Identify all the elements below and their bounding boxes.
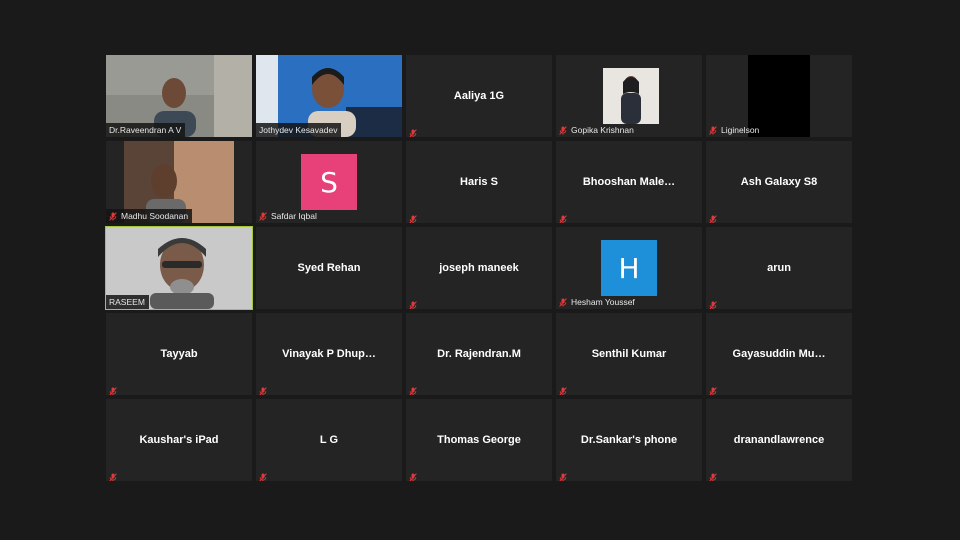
participant-tile[interactable]: Haris S	[406, 141, 552, 223]
microphone-muted-icon	[409, 469, 417, 481]
participant-display-name: joseph maneek	[439, 262, 519, 274]
participant-display-name: arun	[767, 262, 791, 274]
microphone-muted-icon	[109, 469, 117, 481]
participant-tile[interactable]: joseph maneek	[406, 227, 552, 309]
participant-name-label: Hesham Youssef	[556, 295, 639, 309]
microphone-muted-icon	[709, 469, 717, 481]
microphone-muted-icon	[409, 297, 417, 309]
participant-tile[interactable]: Dr.Sankar's phone	[556, 399, 702, 481]
gallery-grid: Dr.Raveendran A V Jothydev Kesavadev Aal…	[105, 55, 852, 481]
participant-tile[interactable]: Tayyab	[106, 313, 252, 395]
participant-name-label: Gopika Krishnan	[556, 123, 638, 137]
participant-tile-active-speaker[interactable]: RASEEM	[105, 226, 253, 310]
participant-tile[interactable]: S Safdar Iqbal	[256, 141, 402, 223]
participant-name-label: Liginelson	[706, 123, 763, 137]
participant-tile[interactable]: Dr.Raveendran A V	[106, 55, 252, 137]
participant-tile[interactable]: H Hesham Youssef	[556, 227, 702, 309]
participant-display-name: Tayyab	[160, 348, 198, 360]
microphone-muted-icon	[259, 211, 267, 221]
participant-tile[interactable]: L G	[256, 399, 402, 481]
microphone-muted-icon	[409, 383, 417, 395]
participant-display-name: Gayasuddin Mu…	[732, 348, 826, 360]
participant-display-name: dranandlawrence	[733, 434, 825, 446]
participant-tile[interactable]: arun	[706, 227, 852, 309]
microphone-muted-icon	[709, 297, 717, 309]
participant-tile[interactable]: dranandlawrence	[706, 399, 852, 481]
participant-tile[interactable]: Syed Rehan	[256, 227, 402, 309]
participant-tile[interactable]: Thomas George	[406, 399, 552, 481]
microphone-muted-icon	[559, 383, 567, 395]
microphone-muted-icon	[709, 383, 717, 395]
microphone-muted-icon	[409, 211, 417, 223]
participant-name-label: Jothydev Kesavadev	[256, 123, 342, 137]
participant-tile[interactable]: Ash Galaxy S8	[706, 141, 852, 223]
avatar: S	[301, 154, 357, 210]
participant-display-name: L G	[319, 434, 339, 446]
participant-name-label: Dr.Raveendran A V	[106, 123, 186, 137]
participant-display-name: Aaliya 1G	[453, 90, 505, 102]
participant-tile[interactable]: Aaliya 1G	[406, 55, 552, 137]
participant-tile[interactable]: Vinayak P Dhup…	[256, 313, 402, 395]
avatar: H	[601, 240, 657, 296]
microphone-muted-icon	[559, 469, 567, 481]
participant-display-name: Kaushar's iPad	[139, 434, 219, 446]
microphone-muted-icon	[559, 297, 567, 307]
participant-tile[interactable]: Dr. Rajendran.M	[406, 313, 552, 395]
participant-tile[interactable]: Senthil Kumar	[556, 313, 702, 395]
participant-name-label: Safdar Iqbal	[256, 209, 321, 223]
participant-tile[interactable]: Gopika Krishnan	[556, 55, 702, 137]
participant-display-name: Vinayak P Dhup…	[282, 348, 376, 360]
participant-name-label: Madhu Soodanan	[106, 209, 193, 223]
microphone-muted-icon	[259, 469, 267, 481]
participant-tile[interactable]: Liginelson	[706, 55, 852, 137]
participant-display-name: Ash Galaxy S8	[740, 176, 818, 188]
microphone-muted-icon	[709, 125, 717, 135]
participant-tile[interactable]: Jothydev Kesavadev	[256, 55, 402, 137]
microphone-muted-icon	[559, 211, 567, 223]
microphone-muted-icon	[709, 211, 717, 223]
microphone-muted-icon	[109, 211, 117, 221]
profile-photo	[603, 68, 659, 124]
participant-tile[interactable]: Madhu Soodanan	[106, 141, 252, 223]
microphone-muted-icon	[409, 125, 417, 137]
microphone-muted-icon	[559, 125, 567, 135]
microphone-muted-icon	[259, 383, 267, 395]
participant-tile[interactable]: Bhooshan Male…	[556, 141, 702, 223]
participant-display-name: Bhooshan Male…	[582, 176, 676, 188]
participant-tile[interactable]: Gayasuddin Mu…	[706, 313, 852, 395]
participant-name-label: RASEEM	[106, 295, 149, 309]
participant-display-name: Syed Rehan	[297, 262, 361, 274]
participant-display-name: Dr. Rajendran.M	[437, 348, 521, 360]
participant-display-name: Senthil Kumar	[591, 348, 667, 360]
participant-display-name: Thomas George	[437, 434, 521, 446]
microphone-muted-icon	[109, 383, 117, 395]
participant-display-name: Dr.Sankar's phone	[580, 434, 678, 446]
participant-display-name: Haris S	[460, 176, 498, 188]
participant-tile[interactable]: Kaushar's iPad	[106, 399, 252, 481]
